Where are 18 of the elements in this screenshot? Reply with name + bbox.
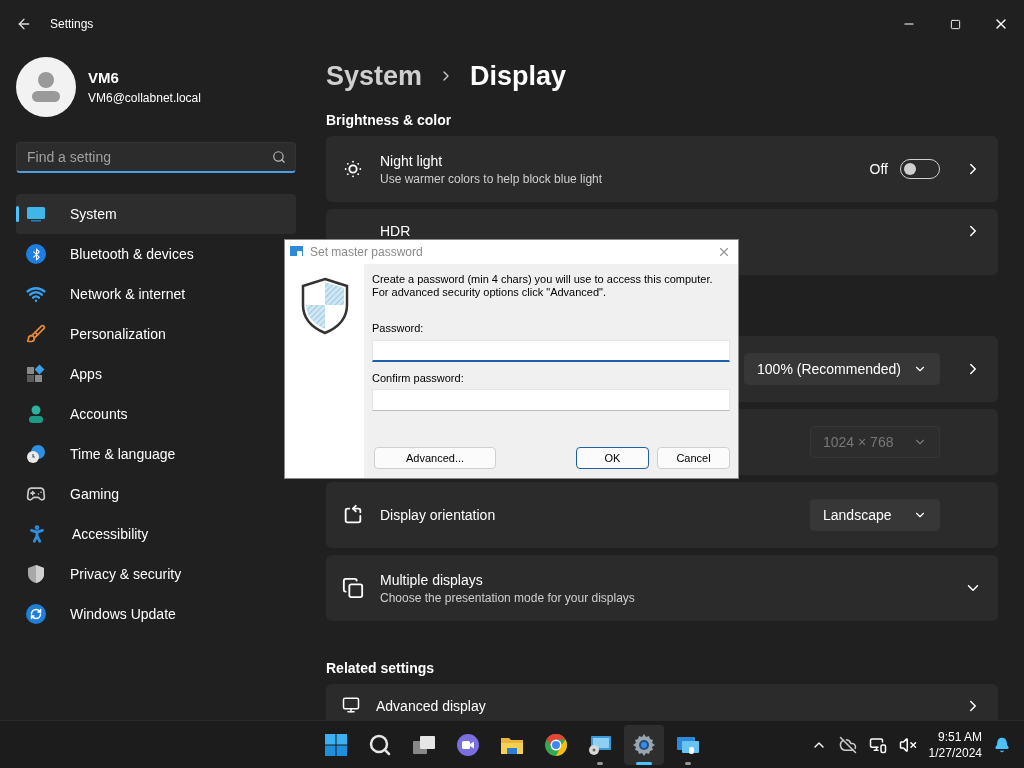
section-heading: Related settings xyxy=(326,659,436,677)
card-title: HDR xyxy=(380,222,412,241)
card-title: Multiple displays xyxy=(380,571,484,590)
user-name: VM6 xyxy=(88,67,120,88)
card-title: Display orientation xyxy=(380,506,497,525)
section-heading: Brightness & color xyxy=(326,111,453,129)
card-title: Advanced display xyxy=(376,697,487,716)
field-label: Confirm password: xyxy=(372,370,465,386)
dialog-title: Set master password xyxy=(310,244,423,261)
user-email: VM6@collabnet.local xyxy=(88,90,201,108)
window-title: Settings xyxy=(50,16,94,33)
toggle-state: Off xyxy=(869,159,888,179)
dialog-message: Create a password (min 4 chars) you will use to access this computer. For advanced security options click "Advanced". xyxy=(372,273,714,299)
card-description: Choose the presentation mode for your displays xyxy=(380,590,636,606)
page-title: Display xyxy=(470,59,567,93)
field-label: Password: xyxy=(372,321,425,336)
card-description: Use warmer colors to help block blue light xyxy=(380,171,604,187)
card-title: Night light xyxy=(380,152,444,171)
